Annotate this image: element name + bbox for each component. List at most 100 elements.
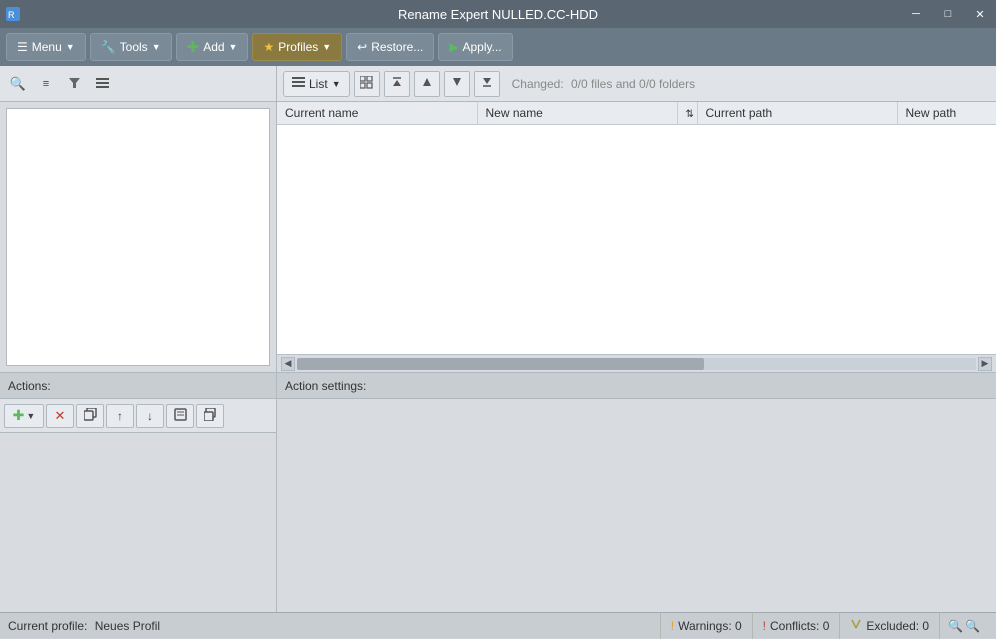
restore-label: Restore...	[371, 40, 423, 54]
nav-down-bottom-button[interactable]	[474, 71, 500, 97]
action-add-icon: ✚	[13, 407, 25, 424]
tools-icon: 🔧	[101, 40, 116, 54]
action-move-up-icon: ↑	[117, 409, 123, 423]
action-duplicate-icon	[204, 408, 217, 424]
list-button[interactable]: List ▼	[283, 71, 350, 97]
action-add-chevron-icon: ▼	[26, 411, 35, 421]
warnings-item[interactable]: ! Warnings: 0	[660, 613, 752, 639]
right-toolbar: List ▼	[277, 66, 996, 102]
status-bar: Current profile: Neues Profil ! Warnings…	[0, 612, 996, 638]
tools-button[interactable]: 🔧 Tools ▼	[90, 33, 172, 61]
apply-button[interactable]: ▶ Apply...	[438, 33, 512, 61]
list-label: List	[309, 77, 328, 91]
action-move-down-button[interactable]: ↓	[136, 404, 164, 428]
actions-toolbar: ✚ ▼ ✕ ↑ ↓	[0, 399, 276, 433]
menu-button[interactable]: ☰ Menu ▼	[6, 33, 86, 61]
action-settings-content	[277, 399, 996, 612]
action-duplicate-button[interactable]	[196, 404, 224, 428]
lines-icon	[96, 76, 109, 92]
warning-icon: !	[671, 619, 674, 633]
action-settings-section: Action settings:	[277, 372, 996, 612]
menu-label: Menu	[32, 40, 62, 54]
nav-down-icon	[451, 76, 463, 91]
scroll-right-button[interactable]: ▶	[978, 357, 992, 371]
col-header-current-name[interactable]: Current name	[277, 102, 477, 125]
sort-icon: ⇅	[686, 109, 694, 120]
right-panel: List ▼	[277, 66, 996, 612]
conflict-icon: !	[763, 619, 766, 633]
horizontal-scrollbar[interactable]: ◀ ▶	[277, 354, 996, 372]
tools-label: Tools	[120, 40, 148, 54]
filter-button[interactable]	[62, 72, 86, 96]
status-items: ! Warnings: 0 ! Conflicts: 0 Excluded: 0…	[660, 613, 988, 639]
title-text: Rename Expert NULLED.CC-HDD	[398, 7, 598, 22]
list-view-icon: ≡	[43, 78, 49, 90]
action-delete-icon: ✕	[55, 408, 66, 424]
profiles-button[interactable]: ★ Profiles ▼	[252, 33, 342, 61]
apply-label: Apply...	[463, 40, 502, 54]
col-header-new-path[interactable]: New path	[897, 102, 996, 125]
minimize-button[interactable]: ─	[900, 0, 932, 28]
excluded-item[interactable]: Excluded: 0	[839, 613, 939, 639]
profile-label: Current profile:	[8, 619, 87, 633]
action-delete-button[interactable]: ✕	[46, 404, 74, 428]
maximize-button[interactable]: □	[932, 0, 964, 28]
col-header-sort[interactable]: ⇅	[677, 102, 697, 125]
search-button[interactable]: 🔍	[6, 72, 30, 96]
action-add-button[interactable]: ✚ ▼	[4, 404, 44, 428]
actions-header: Actions:	[0, 373, 276, 399]
svg-text:R: R	[8, 10, 15, 20]
add-label: Add	[203, 40, 224, 54]
action-edit-icon	[174, 408, 187, 424]
nav-up-top-icon	[391, 76, 403, 91]
window-controls: ─ □ ✕	[900, 0, 996, 28]
action-copy-button[interactable]	[76, 404, 104, 428]
grid-view-button[interactable]	[354, 71, 380, 97]
nav-down-button[interactable]	[444, 71, 470, 97]
action-settings-header: Action settings:	[277, 373, 996, 399]
nav-up-top-button[interactable]	[384, 71, 410, 97]
status-search-button[interactable]: 🔍 🔍	[939, 613, 988, 639]
profiles-label: Profiles	[278, 40, 318, 54]
actions-section: Actions: ✚ ▼ ✕	[0, 372, 276, 612]
close-button[interactable]: ✕	[964, 0, 996, 28]
nav-up-button[interactable]	[414, 71, 440, 97]
scroll-thumb[interactable]	[297, 358, 704, 370]
warnings-label: Warnings: 0	[678, 619, 742, 633]
add-chevron-icon: ▼	[229, 42, 238, 52]
actions-content	[0, 433, 276, 612]
action-move-down-icon: ↓	[147, 409, 153, 423]
list-view-button[interactable]: ≡	[34, 72, 58, 96]
action-copy-icon	[84, 408, 97, 424]
search-icon: 🔍	[10, 76, 26, 92]
profile-info: Current profile: Neues Profil	[8, 619, 660, 633]
file-table: Current name New name ⇅ Current path New	[277, 102, 996, 125]
nav-up-icon	[421, 76, 433, 91]
scroll-left-button[interactable]: ◀	[281, 357, 295, 371]
list-icon	[292, 76, 305, 92]
scroll-track[interactable]	[297, 358, 976, 370]
changed-info: Changed: 0/0 files and 0/0 folders	[512, 77, 695, 91]
excluded-label: Excluded: 0	[866, 619, 929, 633]
lines-button[interactable]	[90, 72, 114, 96]
action-move-up-button[interactable]: ↑	[106, 404, 134, 428]
changed-label: Changed:	[512, 77, 564, 91]
restore-button[interactable]: ↩ Restore...	[346, 33, 434, 61]
left-toolbar: 🔍 ≡	[0, 66, 276, 102]
action-edit-button[interactable]	[166, 404, 194, 428]
conflicts-label: Conflicts: 0	[770, 619, 829, 633]
col-header-current-path[interactable]: Current path	[697, 102, 897, 125]
profiles-star-icon: ★	[263, 40, 274, 54]
conflicts-item[interactable]: ! Conflicts: 0	[752, 613, 840, 639]
add-icon: ✚	[187, 38, 200, 56]
file-table-container[interactable]: Current name New name ⇅ Current path New	[277, 102, 996, 354]
nav-down-bottom-icon	[481, 76, 493, 91]
changed-value: 0/0 files and 0/0 folders	[571, 77, 695, 91]
menu-icon: ☰	[17, 40, 28, 54]
menu-chevron-icon: ▼	[66, 42, 75, 52]
main-content: 🔍 ≡	[0, 66, 996, 612]
exclude-icon	[850, 618, 862, 633]
col-header-new-name[interactable]: New name	[477, 102, 677, 125]
list-chevron-icon: ▼	[332, 79, 341, 89]
add-button[interactable]: ✚ Add ▼	[176, 33, 249, 61]
